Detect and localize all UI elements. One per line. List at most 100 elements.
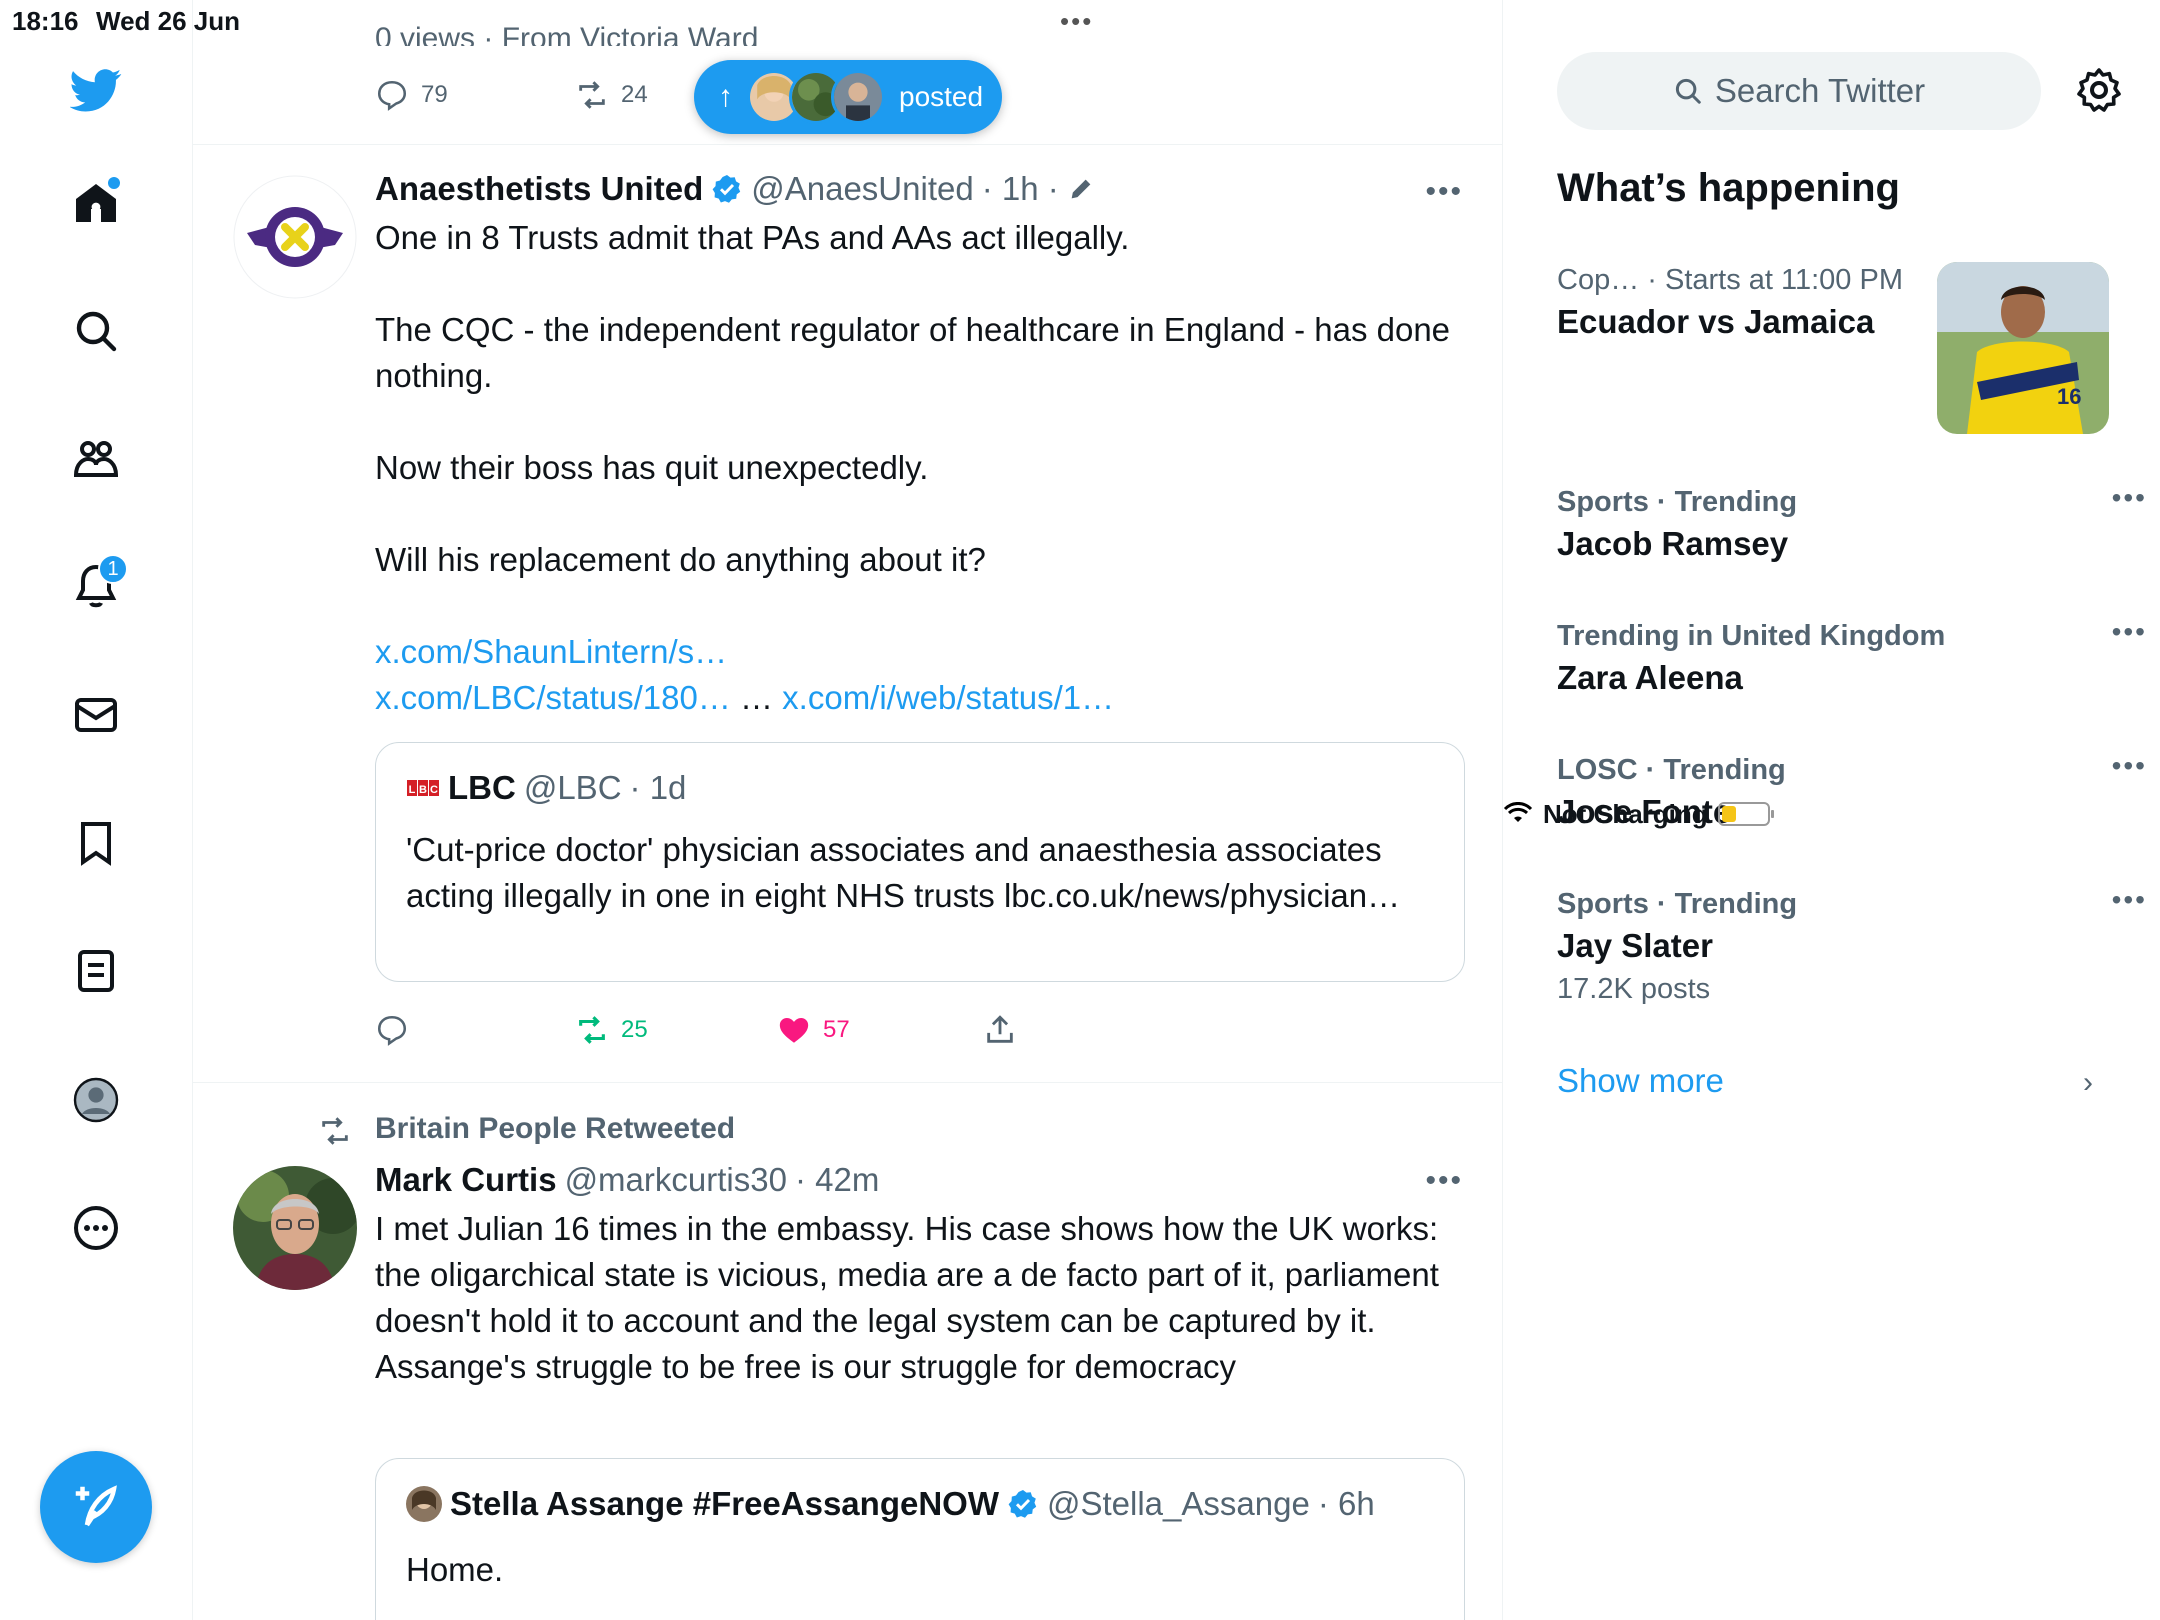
- compose-tweet-button[interactable]: [40, 1451, 152, 1563]
- nav-profile[interactable]: [68, 1072, 124, 1128]
- mail-icon: [75, 698, 117, 732]
- nav-communities[interactable]: [68, 431, 124, 487]
- retweet-button[interactable]: 24: [575, 78, 648, 112]
- quote-header: Stella Assange #FreeAssangeNOW @Stella_A…: [406, 1485, 1375, 1523]
- retweeted-by-label[interactable]: Britain People Retweeted: [375, 1112, 735, 1146]
- retweet-button[interactable]: 25: [575, 1013, 648, 1047]
- tweet-body: Mark Curtis @markcurtis30 · 42m I met Ju…: [375, 1158, 1465, 1390]
- author-name[interactable]: Anaesthetists United: [375, 167, 703, 211]
- home-new-dot: [108, 177, 120, 189]
- status-time: 18:16: [12, 6, 79, 36]
- quote-time: · 6h: [1317, 1485, 1375, 1522]
- author-handle[interactable]: @AnaesUnited: [751, 167, 973, 211]
- tweet-paragraph: Will his replacement do anything about i…: [375, 541, 986, 578]
- tweet-paragraph: The CQC - the independent regulator of h…: [375, 311, 1451, 394]
- search-icon: [76, 311, 117, 352]
- tweet-text: I met Julian 16 times in the embassy. Hi…: [375, 1210, 1439, 1385]
- nav-notifications[interactable]: 1: [68, 554, 128, 614]
- battery-icon: [1717, 802, 1774, 826]
- avatar[interactable]: [233, 175, 357, 299]
- notifications-badge: 1: [98, 554, 128, 584]
- wifi-icon: [1503, 802, 1533, 822]
- tweet-link[interactable]: x.com/LBC/status/180…: [375, 679, 731, 716]
- profile-avatar-icon: [73, 1077, 119, 1123]
- anaesthetists-united-logo-icon: [233, 175, 357, 299]
- tweet-link[interactable]: x.com/i/web/status/1…: [782, 679, 1114, 716]
- tweet-mark-curtis[interactable]: Mark Curtis @markcurtis30 · 42m I met Ju…: [193, 1150, 1502, 1620]
- author-handle[interactable]: @markcurtis30: [565, 1158, 787, 1202]
- retweet-icon: [579, 1016, 605, 1044]
- heart-filled-icon: [779, 1017, 809, 1043]
- retweet-icon: [579, 81, 605, 109]
- status-right: Not Charging: [1503, 4, 2160, 1620]
- tweet-paragraph: Now their boss has quit unexpectedly.: [375, 449, 929, 486]
- quote-author-avatar: [406, 1486, 442, 1522]
- tweet-more-button[interactable]: •••: [1425, 175, 1463, 209]
- quote-text: 'Cut-price doctor' physician associates …: [406, 831, 1401, 914]
- svg-text:C: C: [430, 784, 438, 796]
- tweet-time[interactable]: · 1h ·: [982, 167, 1059, 211]
- nav-more[interactable]: [68, 1200, 124, 1256]
- verified-badge-icon: [712, 175, 741, 203]
- quote-time: · 1d: [629, 769, 687, 806]
- nav-lists[interactable]: [68, 943, 124, 999]
- tweet-body: Anaesthetists United @AnaesUnited · 1h ·…: [375, 167, 1465, 721]
- status-date: Wed 26 Jun: [96, 6, 241, 36]
- nav-home[interactable]: [68, 175, 124, 231]
- tweet-time[interactable]: · 42m: [795, 1158, 879, 1202]
- svg-text:L: L: [409, 784, 416, 796]
- tweet-header: Mark Curtis @markcurtis30 · 42m: [375, 1158, 1465, 1202]
- tweet-header: Anaesthetists United @AnaesUnited · 1h ·: [375, 167, 1465, 211]
- tweet-anaesthetists-united[interactable]: Anaesthetists United @AnaesUnited · 1h ·…: [193, 145, 1502, 1083]
- arrow-up-icon: ↑: [718, 80, 733, 113]
- reply-button[interactable]: [375, 1013, 409, 1047]
- nav-bookmarks[interactable]: [68, 815, 124, 871]
- retweet-count: 24: [621, 81, 648, 108]
- compose-feather-icon: [75, 1485, 117, 1527]
- mark-curtis-avatar-image: [233, 1166, 357, 1290]
- share-icon: [987, 1015, 1013, 1043]
- retweet-indicator-icon: [322, 1117, 348, 1145]
- twitter-logo-icon[interactable]: [68, 62, 124, 118]
- reply-count: 79: [421, 81, 448, 108]
- verified-badge-icon: [1008, 1490, 1037, 1518]
- reply-icon: [377, 80, 407, 111]
- reply-button[interactable]: 79: [375, 78, 448, 112]
- pill-avatar-3: [831, 70, 885, 124]
- tweet-link[interactable]: x.com/ShaunLintern/s…: [375, 633, 727, 670]
- bookmark-icon: [81, 822, 111, 866]
- more-circle-icon: [74, 1206, 118, 1250]
- new-posts-pill[interactable]: ↑ posted: [694, 60, 1002, 134]
- like-button[interactable]: 57: [777, 1013, 850, 1047]
- edited-pencil-icon[interactable]: [1067, 175, 1095, 203]
- quote-author-handle: @LBC: [523, 769, 622, 806]
- quoted-tweet[interactable]: Stella Assange #FreeAssangeNOW @Stella_A…: [375, 1458, 1465, 1620]
- quote-author-handle: @Stella_Assange: [1046, 1485, 1310, 1522]
- link-separator: …: [730, 679, 783, 716]
- retweet-count: 25: [621, 1016, 648, 1043]
- tweet-more-button[interactable]: •••: [1425, 1164, 1463, 1198]
- multitask-dots-icon[interactable]: •••: [1060, 6, 1093, 37]
- communities-icon: [73, 441, 119, 477]
- timeline: 0 views · From Victoria Ward 79 24 ↑ pos…: [193, 0, 1503, 1620]
- new-posts-label: posted: [899, 81, 984, 112]
- author-name[interactable]: Mark Curtis: [375, 1158, 557, 1202]
- status-bar: 18:16 Wed 26 Jun ••• Not Charging: [0, 0, 2160, 829]
- share-button[interactable]: [983, 1013, 1017, 1047]
- quote-text: Home.: [406, 1551, 504, 1588]
- avatar[interactable]: [233, 1166, 357, 1290]
- nav-explore[interactable]: [68, 303, 124, 359]
- battery-status-text: Not Charging: [1543, 798, 1708, 829]
- svg-text:B: B: [419, 784, 427, 796]
- lists-icon: [78, 950, 114, 992]
- nav-messages[interactable]: [68, 687, 124, 743]
- left-nav: 1: [0, 0, 193, 1620]
- quote-author-name: Stella Assange #FreeAssangeNOW: [450, 1485, 999, 1522]
- quoted-tweet[interactable]: LBC LBC @LBC · 1d 'Cut-price doctor' phy…: [375, 742, 1465, 982]
- lbc-logo-icon: LBC: [406, 778, 440, 798]
- quote-author-name: LBC: [448, 769, 516, 806]
- quote-header: LBC LBC @LBC · 1d: [406, 769, 686, 807]
- tweet-paragraph: One in 8 Trusts admit that PAs and AAs a…: [375, 219, 1130, 256]
- tweet-text: One in 8 Trusts admit that PAs and AAs a…: [375, 215, 1465, 721]
- reply-icon: [377, 1015, 407, 1046]
